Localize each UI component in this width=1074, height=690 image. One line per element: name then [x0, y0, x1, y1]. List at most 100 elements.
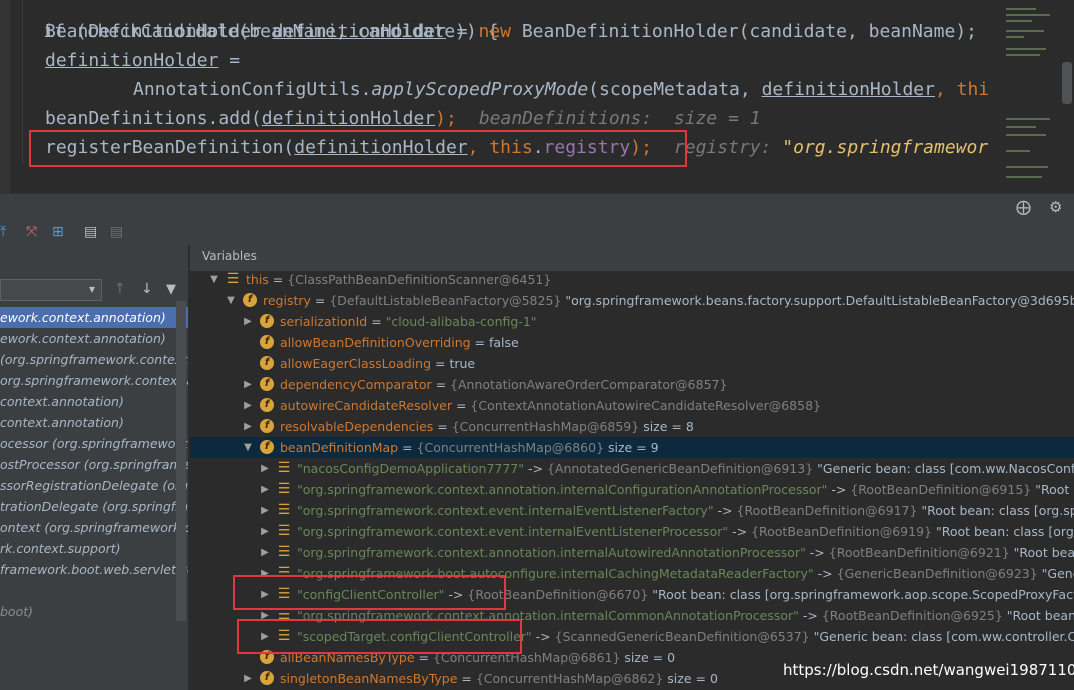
frame-item[interactable]: ostProcessor (org.springframew	[0, 454, 188, 475]
variable-value: size = 0	[663, 671, 718, 686]
code-editor[interactable]: if (checkCandidate(beanName, candidate))…	[0, 0, 1074, 193]
map-key: "nacosConfigDemoApplication7777"	[297, 461, 525, 476]
evaluate-icon[interactable]: ⊞	[52, 223, 64, 241]
variable-separator: =	[367, 314, 386, 329]
frame-item[interactable]: ssorRegistrationDelegate (org.sp	[0, 475, 188, 496]
frame-item[interactable]: ework.context.annotation)	[0, 328, 188, 349]
filter-icon[interactable]: ▼	[166, 282, 176, 297]
variable-type: {AnnotatedGenericBeanDefinition@6913}	[546, 461, 814, 476]
up-arrow-icon[interactable]: ↑	[114, 281, 126, 297]
target-icon[interactable]: ⨁	[1016, 198, 1031, 216]
frame-item[interactable]: (org.springframework.context.an	[0, 349, 188, 370]
frame-item[interactable]: rk.context.support)	[0, 538, 188, 559]
expand-arrow-icon[interactable]: ▶	[259, 521, 271, 542]
frame-item[interactable]: framework.boot.web.servlet.con	[0, 559, 188, 580]
map-entry-icon: ☰	[277, 544, 291, 560]
expand-arrow-icon[interactable]: ▶	[242, 416, 254, 437]
variable-text: allowBeanDefinitionOverriding = false	[280, 332, 519, 353]
variable-row[interactable]: ▼ ☰ this = {ClassPathBeanDefinitionScanner…	[190, 269, 1074, 290]
expand-arrow-icon[interactable]: ▶	[242, 311, 254, 332]
variable-row[interactable]: ▶ ☰ "org.springframework.context.event.int…	[190, 521, 1074, 542]
frame-item[interactable]: trationDelegate (org.springframew	[0, 496, 188, 517]
variable-separator: =	[470, 335, 489, 350]
variable-separator: ->	[827, 482, 851, 497]
code-text: beanDefinitions.add(	[45, 108, 262, 129]
variable-name: serializationId	[280, 314, 368, 329]
variable-text: dependencyComparator = {AnnotationAwareO…	[280, 374, 727, 395]
layout-icon[interactable]: ▤	[110, 223, 123, 241]
variable-row[interactable]: ▶ ☰ "org.springframework.context.annotatio…	[190, 542, 1074, 563]
frame-item[interactable]: boot)	[0, 601, 188, 622]
step-out-icon[interactable]: ⤒	[0, 223, 6, 241]
variable-separator: ->	[798, 608, 822, 623]
variable-row[interactable]: ▶ ☰ "org.springframework.context.event.int…	[190, 500, 1074, 521]
inline-debug-hint: beanDefinitions: size = 1	[478, 108, 761, 129]
frame-item[interactable]: ocessor (org.springframework.c	[0, 433, 188, 454]
map-entry-icon: ☰	[277, 523, 291, 539]
frame-item[interactable]: org.springframework.context.anno	[0, 370, 188, 391]
variable-separator: ->	[524, 461, 547, 476]
variable-separator: =	[310, 293, 330, 308]
expand-arrow-icon[interactable]: ▶	[242, 374, 254, 395]
expand-arrow-icon[interactable]: ▶	[259, 542, 271, 563]
variables-header: Variables	[190, 245, 1074, 271]
map-entry-icon: ☰	[277, 460, 291, 476]
editor-minimap	[1000, 0, 1060, 193]
frame-item[interactable]	[0, 580, 188, 601]
expand-arrow-icon[interactable]: ▶	[259, 458, 271, 479]
variable-value: "Root bean: class [org.springframework	[1035, 482, 1074, 497]
variable-value: size = 0	[620, 650, 676, 665]
thread-selector[interactable]: ▾	[0, 279, 102, 301]
variable-row[interactable]: ▼ f beanDefinitionMap = {ConcurrentHashMap…	[190, 437, 1074, 458]
collapse-arrow-icon[interactable]: ▼	[225, 290, 237, 311]
variable-value: "Generic bean: class [org.springframewor…	[1041, 566, 1074, 581]
expand-arrow-icon[interactable]: ▶	[242, 668, 254, 689]
editor-scrollbar[interactable]	[1062, 62, 1072, 104]
variable-row[interactable]: ▶ f autowireCandidateResolver = {ContextAn…	[190, 395, 1074, 416]
frame-item[interactable]: ework.context.annotation)	[0, 307, 188, 328]
variable-separator: =	[431, 377, 451, 392]
code-line-0: if (checkCandidate(beanName, candidate))…	[0, 0, 498, 42]
code-text: (scopeMetadata,	[588, 79, 762, 100]
inline-debug-hint: registry:	[673, 137, 783, 158]
highlight-box-config-client	[233, 575, 506, 610]
frame-item[interactable]: context.annotation)	[0, 412, 188, 433]
expand-arrow-icon[interactable]: ▶	[242, 395, 254, 416]
variable-row[interactable]: f allowBeanDefinitionOverriding = false	[190, 332, 1074, 353]
variable-row[interactable]: ▶ f serializationId = "cloud-alibaba-confi…	[190, 311, 1074, 332]
gear-icon[interactable]: ⚙	[1049, 198, 1062, 216]
frame-item[interactable]: ontext (org.springframework.con	[0, 517, 188, 538]
drop-frame-icon[interactable]: ⤧	[26, 223, 37, 241]
variable-type: {ClassPathBeanDefinitionScanner@6451}	[287, 272, 552, 287]
variable-value: "Generic bean: class [com.ww.NacosConfig…	[817, 461, 1074, 476]
map-key: "org.springframework.context.annotation.…	[297, 545, 806, 560]
expand-arrow-icon[interactable]: ▶	[259, 479, 271, 500]
variable-value: "Root bean: class [org.springframework.c…	[921, 503, 1074, 518]
collapse-arrow-icon[interactable]: ▼	[242, 437, 254, 458]
code-variable: definitionHolder	[761, 79, 935, 100]
variable-row[interactable]: ▶ f dependencyComparator = {AnnotationAwar…	[190, 374, 1074, 395]
variable-text: serializationId = "cloud-alibaba-config-…	[280, 311, 537, 332]
threads-icon[interactable]: ▤	[84, 223, 97, 241]
frames-scrollbar[interactable]	[176, 301, 186, 621]
frame-item[interactable]: context.annotation)	[0, 391, 188, 412]
field-icon: f	[260, 398, 274, 412]
variable-text: "org.springframework.context.annotation.…	[297, 479, 1074, 500]
expand-arrow-icon[interactable]: ▶	[259, 500, 271, 521]
variable-text: "org.springframework.context.annotation.…	[297, 542, 1074, 563]
variable-row[interactable]: ▶ ☰ "nacosConfigDemoApplication7777" -> {A…	[190, 458, 1074, 479]
collapse-arrow-icon[interactable]: ▼	[208, 269, 220, 290]
variable-row[interactable]: f allowEagerClassLoading = true	[190, 353, 1074, 374]
variable-type: {DefaultListableBeanFactory@5825}	[329, 293, 562, 308]
down-arrow-icon[interactable]: ↓	[141, 281, 153, 297]
highlight-box-code	[29, 130, 687, 167]
variable-name: singletonBeanNamesByType	[280, 671, 458, 686]
variable-row[interactable]: ▶ f resolvableDependencies = {ConcurrentHa…	[190, 416, 1074, 437]
code-text: =	[445, 21, 479, 42]
variable-name: beanDefinitionMap	[280, 440, 399, 455]
variable-row[interactable]: ▼ f registry = {DefaultListableBeanFactory…	[190, 290, 1074, 311]
variable-row[interactable]: ▶ ☰ "org.springframework.context.annotatio…	[190, 479, 1074, 500]
inline-debug-hint-value: "org.springframewor	[782, 137, 989, 158]
field-icon: f	[260, 671, 274, 685]
field-icon: f	[260, 440, 274, 454]
